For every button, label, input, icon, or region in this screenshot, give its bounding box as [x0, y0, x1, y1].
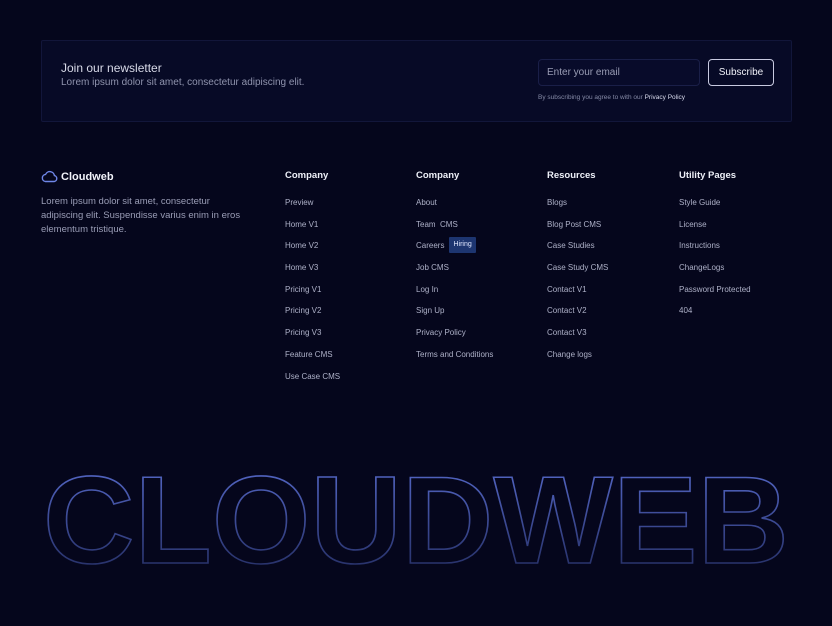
footer-column-company-2: Company About Team CMS Careers Hiring Jo…: [416, 170, 493, 372]
list-item[interactable]: Contact V3: [547, 328, 608, 350]
footer-link-changelogs[interactable]: ChangeLogs: [679, 263, 724, 272]
footer-link-privacy-policy[interactable]: Privacy Policy: [416, 328, 466, 337]
footer-link-contact-v1[interactable]: Contact V1: [547, 285, 587, 294]
newsletter-description: Lorem ipsum dolor sit amet, consectetur …: [61, 77, 305, 88]
footer-link-terms[interactable]: Terms and Conditions: [416, 350, 493, 359]
list-item[interactable]: Privacy Policy: [416, 328, 493, 350]
list-item[interactable]: Careers Hiring: [416, 237, 493, 263]
brand-name: Cloudweb: [61, 170, 114, 183]
footer-link-pricing-v2[interactable]: Pricing V2: [285, 306, 321, 315]
newsletter-note: By subscribing you agree to with our Pri…: [538, 94, 685, 101]
column-title: Company: [416, 170, 460, 181]
list-item[interactable]: Blog Post CMS: [547, 220, 608, 242]
footer-link-about[interactable]: About: [416, 198, 437, 207]
footer-link-change-logs[interactable]: Change logs: [547, 350, 592, 359]
list-item[interactable]: Pricing V3: [285, 328, 340, 350]
list-item[interactable]: Job CMS: [416, 263, 493, 285]
footer-link-style-guide[interactable]: Style Guide: [679, 198, 720, 207]
email-input[interactable]: [538, 59, 700, 86]
list-item[interactable]: Home V1: [285, 220, 340, 242]
big-outline-wordmark: CLOUDWEB: [42, 455, 790, 575]
list-item[interactable]: About: [416, 198, 493, 220]
footer-link-home-v2[interactable]: Home V2: [285, 241, 318, 250]
newsletter-panel: Join our newsletter Lorem ipsum dolor si…: [41, 40, 792, 122]
list-item[interactable]: Terms and Conditions: [416, 350, 493, 372]
footer-link-blogs[interactable]: Blogs: [547, 198, 567, 207]
footer-link-license[interactable]: License: [679, 220, 707, 229]
footer-link-blog-post-cms[interactable]: Blog Post CMS: [547, 220, 601, 229]
footer-link-404[interactable]: 404: [679, 306, 692, 315]
footer-link-contact-v2[interactable]: Contact V2: [547, 306, 587, 315]
footer-link-sign-up[interactable]: Sign Up: [416, 306, 444, 315]
footer-column-utility-pages: Utility Pages Style Guide License Instru…: [679, 170, 751, 328]
footer-link-feature-cms[interactable]: Feature CMS: [285, 350, 333, 359]
list-item[interactable]: Blogs: [547, 198, 608, 220]
big-word-text: CLOUDWEB: [43, 455, 789, 575]
footer-link-case-studies[interactable]: Case Studies: [547, 241, 595, 250]
footer-link-contact-v3[interactable]: Contact V3: [547, 328, 587, 337]
footer-column-resources: Resources Blogs Blog Post CMS Case Studi…: [547, 170, 608, 372]
footer-link-password-protected[interactable]: Password Protected: [679, 285, 751, 294]
footer-link-job-cms[interactable]: Job CMS: [416, 263, 449, 272]
privacy-policy-link[interactable]: Privacy Policy: [645, 94, 685, 101]
list-item[interactable]: Change logs: [547, 350, 608, 372]
hiring-badge: Hiring: [449, 237, 476, 254]
brand-logo[interactable]: Cloudweb: [41, 170, 114, 183]
list-item[interactable]: Log In: [416, 285, 493, 307]
list-item[interactable]: Pricing V1: [285, 285, 340, 307]
list-item[interactable]: Contact V1: [547, 285, 608, 307]
cloud-icon: [41, 170, 58, 183]
list-item[interactable]: Preview: [285, 198, 340, 220]
list-item[interactable]: Password Protected: [679, 285, 751, 307]
footer-link-home-v3[interactable]: Home V3: [285, 263, 318, 272]
column-title: Resources: [547, 170, 596, 181]
list-item[interactable]: Feature CMS: [285, 350, 340, 372]
footer-link-instructions[interactable]: Instructions: [679, 241, 720, 250]
footer-link-careers[interactable]: Careers: [416, 241, 444, 250]
footer-link-case-study-cms[interactable]: Case Study CMS: [547, 263, 608, 272]
column-title: Utility Pages: [679, 170, 737, 181]
list-item[interactable]: License: [679, 220, 751, 242]
list-item[interactable]: Style Guide: [679, 198, 751, 220]
list-item[interactable]: Home V2: [285, 241, 340, 263]
list-item[interactable]: 404: [679, 306, 751, 328]
list-item[interactable]: Case Studies: [547, 241, 608, 263]
list-item[interactable]: Home V3: [285, 263, 340, 285]
footer-link-log-in[interactable]: Log In: [416, 285, 438, 294]
footer-link-team-cms[interactable]: Team CMS: [416, 220, 458, 229]
footer-link-home-v1[interactable]: Home V1: [285, 220, 318, 229]
list-item[interactable]: Pricing V2: [285, 306, 340, 328]
footer-link-pricing-v1[interactable]: Pricing V1: [285, 285, 321, 294]
list-item[interactable]: ChangeLogs: [679, 263, 751, 285]
list-item[interactable]: Contact V2: [547, 306, 608, 328]
footer-link-use-case-cms[interactable]: Use Case CMS: [285, 372, 340, 381]
subscribe-button[interactable]: Subscribe: [708, 59, 774, 86]
newsletter-note-text: By subscribing you agree to with our: [538, 94, 643, 101]
column-title: Company: [285, 170, 329, 181]
footer-link-preview[interactable]: Preview: [285, 198, 313, 207]
footer-column-company: Company Preview Home V1 Home V2 Home V3 …: [285, 170, 340, 393]
brand-description: Lorem ipsum dolor sit amet, consectetur …: [41, 196, 241, 235]
list-item[interactable]: Case Study CMS: [547, 263, 608, 285]
newsletter-title: Join our newsletter: [61, 61, 162, 75]
list-item[interactable]: Instructions: [679, 241, 751, 263]
list-item[interactable]: Use Case CMS: [285, 372, 340, 394]
footer-link-pricing-v3[interactable]: Pricing V3: [285, 328, 321, 337]
list-item[interactable]: Sign Up: [416, 306, 493, 328]
